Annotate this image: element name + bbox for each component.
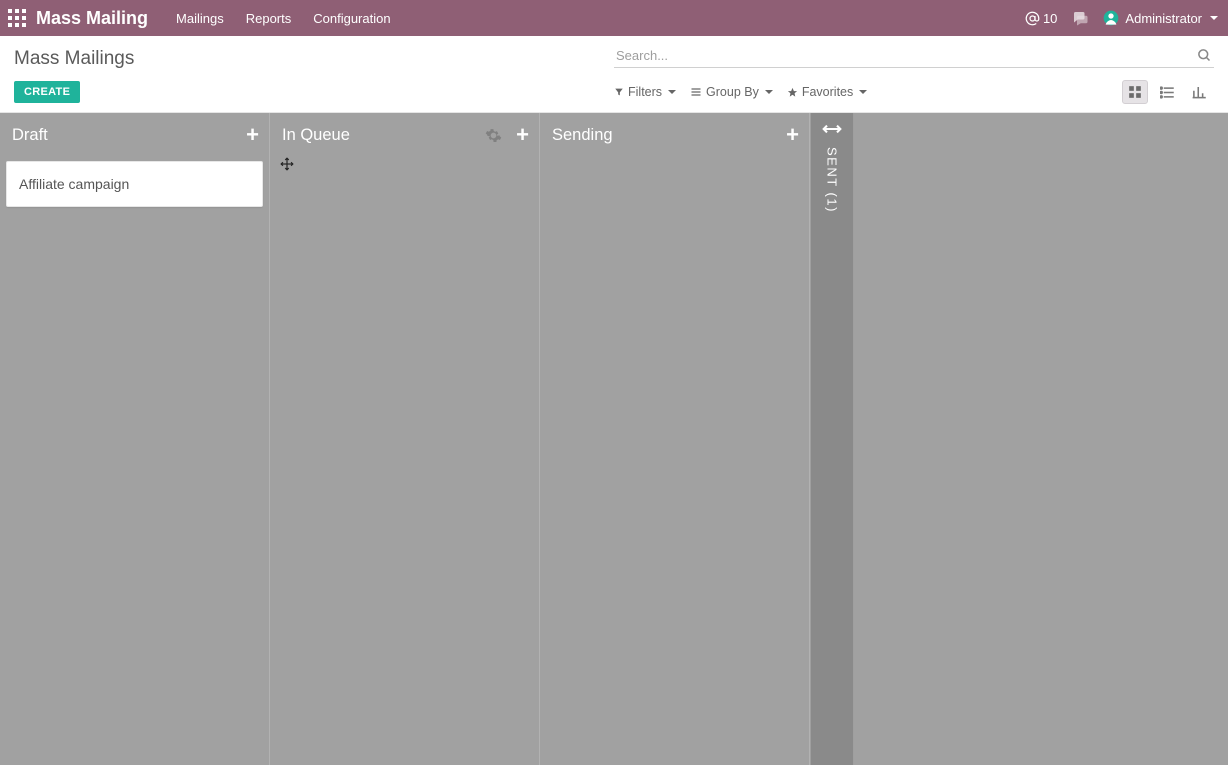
chevron-down-icon [1210, 16, 1218, 20]
gear-icon[interactable] [485, 127, 502, 144]
kanban-icon [1128, 85, 1142, 99]
top-navbar: Mass Mailing Mailings Reports Configurat… [0, 0, 1228, 36]
user-menu[interactable]: Administrator [1103, 10, 1218, 26]
move-cursor-icon [280, 157, 294, 171]
search-icon[interactable] [1194, 44, 1214, 66]
nav-link-configuration[interactable]: Configuration [313, 11, 390, 26]
avatar-icon [1103, 10, 1119, 26]
kanban-column: In Queue + [270, 113, 540, 765]
kanban-collapsed-label: SENT (1) [825, 147, 840, 213]
kanban-column-title[interactable]: Draft [12, 126, 246, 145]
view-kanban-button[interactable] [1122, 80, 1148, 104]
page-title: Mass Mailings [14, 48, 134, 70]
list-icon [690, 87, 702, 97]
view-graph-button[interactable] [1186, 80, 1212, 104]
create-button[interactable]: CREATE [14, 81, 80, 103]
list-view-icon [1160, 86, 1175, 99]
kanban-column-header: In Queue + [276, 113, 533, 157]
apps-icon[interactable] [8, 9, 26, 27]
kanban-column-title[interactable]: In Queue [282, 126, 485, 145]
filters-menu[interactable]: Filters [614, 85, 676, 99]
mentions-count: 10 [1043, 11, 1057, 26]
add-card-button[interactable]: + [786, 124, 799, 146]
filter-icon [614, 87, 624, 97]
control-panel: Mass Mailings CREATE Filters [0, 36, 1228, 113]
kanban-column-title[interactable]: Sending [552, 126, 786, 145]
view-list-button[interactable] [1154, 80, 1180, 104]
chat-icon[interactable] [1071, 9, 1089, 27]
kanban-column: Sending+ [540, 113, 810, 765]
groupby-menu[interactable]: Group By [690, 85, 773, 99]
kanban-column: Draft+Affiliate campaign [0, 113, 270, 765]
search-input[interactable] [614, 44, 1214, 68]
expand-icon [822, 123, 842, 135]
star-icon [787, 87, 798, 98]
mentions-indicator[interactable]: 10 [1025, 11, 1057, 26]
graph-icon [1192, 85, 1207, 99]
nav-link-reports[interactable]: Reports [246, 11, 292, 26]
kanban-card[interactable]: Affiliate campaign [6, 161, 263, 207]
kanban-column-header: Sending+ [546, 113, 803, 157]
nav-link-mailings[interactable]: Mailings [176, 11, 224, 26]
add-card-button[interactable]: + [516, 124, 529, 146]
kanban-board: Draft+Affiliate campaignIn Queue+Sending… [0, 113, 1228, 765]
app-brand[interactable]: Mass Mailing [36, 8, 148, 29]
favorites-menu[interactable]: Favorites [787, 85, 867, 99]
add-card-button[interactable]: + [246, 124, 259, 146]
kanban-column-collapsed[interactable]: SENT (1) [810, 113, 854, 765]
user-name: Administrator [1125, 11, 1202, 26]
kanban-column-header: Draft+ [6, 113, 263, 157]
